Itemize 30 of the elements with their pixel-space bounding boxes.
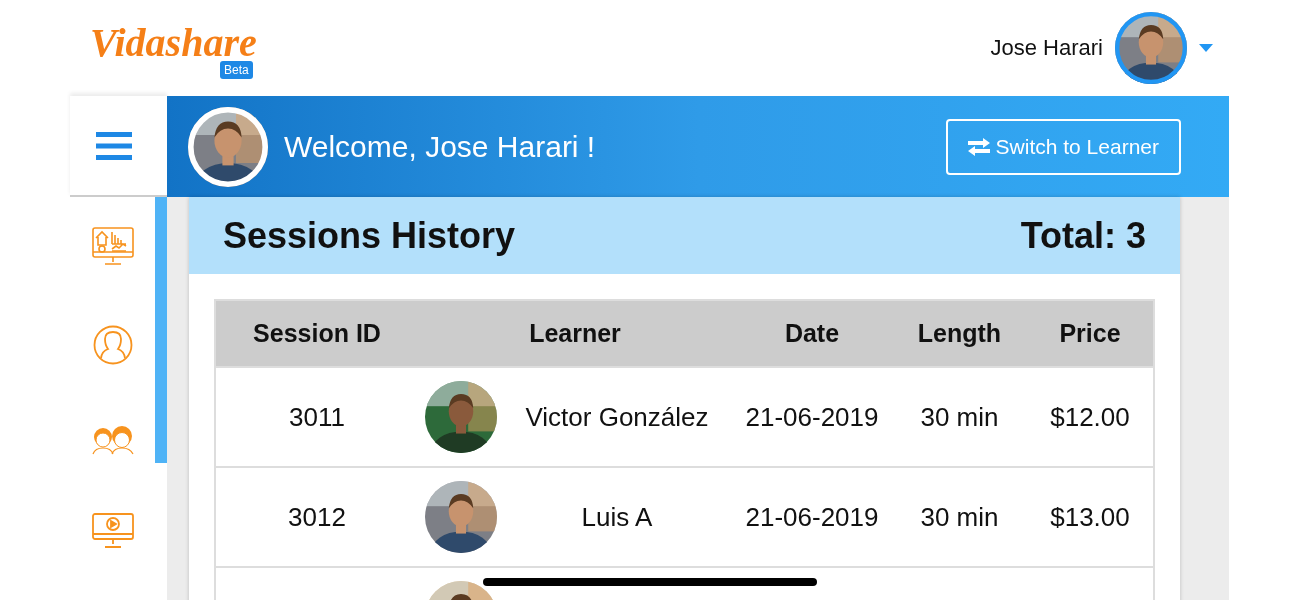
table-cell-text: 3011 <box>288 401 346 433</box>
video-monitor-icon[interactable] <box>91 513 134 549</box>
table-cell-text: 3012 <box>287 501 347 533</box>
table-cell-text: Luis A <box>580 501 654 533</box>
table-cell-text: Victor González <box>524 401 710 433</box>
total-count: Total: 3 <box>1020 214 1146 257</box>
user-profile-icon[interactable] <box>92 325 133 365</box>
column-header: Date <box>783 319 841 348</box>
caret-icon[interactable] <box>1199 44 1213 52</box>
menu-icon[interactable] <box>95 131 132 160</box>
column-header: Session ID <box>252 319 382 348</box>
dashboard-monitor-icon[interactable] <box>91 227 134 267</box>
table-cell-text: 21-06-2019 <box>744 501 880 533</box>
beta-badge: Beta <box>220 61 253 79</box>
column-header: Length <box>916 319 1003 348</box>
two-children-icon[interactable] <box>91 423 134 455</box>
user-name[interactable]: Jose Harari <box>990 35 1103 61</box>
welcome-text: Welcome, Jose Harari ! <box>284 129 596 164</box>
table-cell-text: $13.00 <box>1049 501 1131 533</box>
table-cell-text: $12.00 <box>1049 401 1131 433</box>
scrollbar-thumb[interactable] <box>155 197 167 463</box>
sessions-title: Sessions History <box>223 214 516 257</box>
table-cell-text: 30 min <box>919 501 1000 533</box>
column-header: Price <box>1058 319 1122 348</box>
table-cell-text: 30 min <box>919 401 1000 433</box>
switch-to-learner-button[interactable]: Switch to Learner <box>945 118 1181 175</box>
column-header: Learner <box>528 319 622 348</box>
table-cell-text: 21-06-2019 <box>744 401 880 433</box>
logo[interactable]: Vidashare <box>90 23 257 63</box>
swap-arrows-icon <box>967 137 990 156</box>
